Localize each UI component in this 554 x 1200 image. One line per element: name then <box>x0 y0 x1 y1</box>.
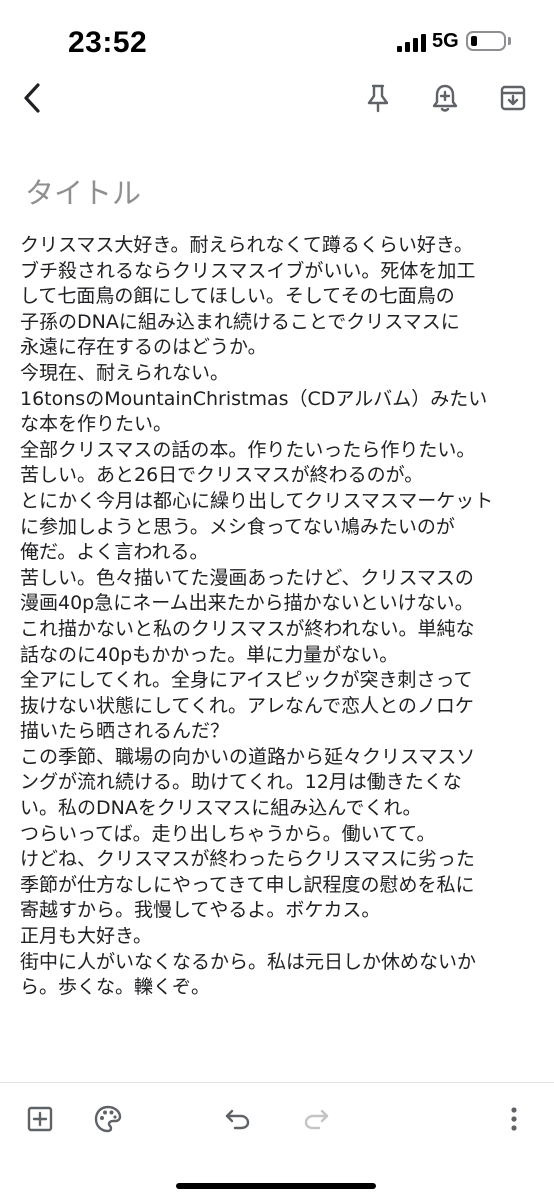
battery-icon <box>466 31 506 51</box>
note-line: これ描かないと私のクリスマスが終われない。単純な <box>20 617 475 640</box>
add-content-button[interactable] <box>20 1099 60 1139</box>
bottom-toolbar <box>0 1082 554 1155</box>
note-line: 話なのに40pもかかった。単に力量がない。 <box>20 643 399 666</box>
note-line: ら。歩くな。轢くぞ。 <box>20 976 211 999</box>
battery-level <box>471 36 477 46</box>
note-line: 描いたら晒されるんだ？ <box>20 720 230 743</box>
note-line: ブチ殺されるならクリスマスイブがいい。死体を加工 <box>20 259 476 282</box>
note-line: 苦しい。あと26日でクリスマスが終わるのが。 <box>20 464 424 487</box>
note-line: 16tonsのMountainChristmas（CDアルバム）みたい <box>20 387 488 410</box>
note-line: して七面鳥の餌にしてほしい。そしてその七面鳥の <box>20 285 455 308</box>
archive-button[interactable] <box>493 78 533 118</box>
undo-button[interactable] <box>218 1099 258 1139</box>
back-button[interactable] <box>12 78 52 118</box>
archive-icon <box>500 85 526 111</box>
note-line: 今現在、耐えられない。 <box>20 361 230 384</box>
note-line: 永遠に存在するのはどうか。 <box>20 336 267 359</box>
redo-icon <box>304 1109 329 1130</box>
status-time: 23:52 <box>68 26 148 59</box>
color-palette-button[interactable] <box>88 1099 128 1139</box>
note-line: ングが流れ続ける。助けてくれ。12月は働きたくな <box>20 771 462 794</box>
pin-icon <box>367 84 389 113</box>
note-line: に参加しようと思う。メシ食ってない鳩みたいのが <box>20 515 455 538</box>
note-line: い。私のDNAをクリスマスに組み込んでくれ。 <box>20 797 422 820</box>
note-line: つらいってば。走り出しちゃうから。働いてて。 <box>20 822 436 845</box>
note-line: 抜けない状態にしてくれ。アレなんで恋人とのノロケ <box>20 694 474 717</box>
reminder-button[interactable] <box>425 78 465 118</box>
cellular-signal-icon <box>397 34 427 52</box>
pin-button[interactable] <box>358 78 398 118</box>
note-line: 俺だ。よく言われる。 <box>20 541 209 564</box>
network-type: 5G <box>432 30 459 52</box>
note-line: 漫画40p急にネーム出来たから描かないといけない。 <box>20 592 474 615</box>
note-line: けどね、クリスマスが終わったらクリスマスに劣った <box>20 848 475 871</box>
note-line: 苦しい。色々描いてた漫画あったけど、クリスマスの <box>20 566 474 589</box>
more-vertical-icon <box>511 1107 517 1131</box>
note-line: この季節、職場の向かいの道路から延々クリスマスソ <box>20 745 476 768</box>
redo-button[interactable] <box>296 1099 336 1139</box>
note-toolbar <box>0 70 554 122</box>
add-box-icon <box>27 1106 53 1132</box>
note-line: 正月も大好き。 <box>20 925 153 948</box>
note-line: 全アにしてくれ。全身にアイスピックが突き刺さって <box>20 669 473 692</box>
battery-cap <box>508 37 511 45</box>
chevron-left-icon <box>24 83 40 113</box>
note-line: クリスマス大好き。耐えられなくて蹲るくらい好き。 <box>20 234 473 256</box>
more-options-button[interactable] <box>494 1099 534 1139</box>
status-bar: 23:52 5G <box>0 0 554 80</box>
note-line: 寄越すから。我慢してやるよ。ボケカス。 <box>20 899 381 922</box>
note-title-placeholder[interactable]: タイトル <box>25 170 141 212</box>
note-line: 季節が仕方なしにやってきて申し訳程度の慰めを私に <box>20 873 475 896</box>
palette-icon <box>94 1105 122 1133</box>
undo-icon <box>225 1109 250 1130</box>
note-line: 街中に人がいなくなるから。私は元日しか休めないか <box>20 950 477 973</box>
note-line: 全部クリスマスの話の本。作りたいったら作りたい。 <box>20 438 476 461</box>
note-line: 子孫のDNAに組み込まれ続けることでクリスマスに <box>20 310 460 333</box>
note-body[interactable]: クリスマス大好き。耐えられなくて蹲るくらい好き。 ブチ殺されるならクリスマスイブが… <box>20 233 540 1001</box>
bell-plus-icon <box>432 84 458 112</box>
note-line: とにかく今月は都心に繰り出してクリスマスマーケット <box>20 489 494 512</box>
home-indicator[interactable] <box>176 1183 376 1189</box>
note-line: な本を作りたい。 <box>20 413 173 436</box>
